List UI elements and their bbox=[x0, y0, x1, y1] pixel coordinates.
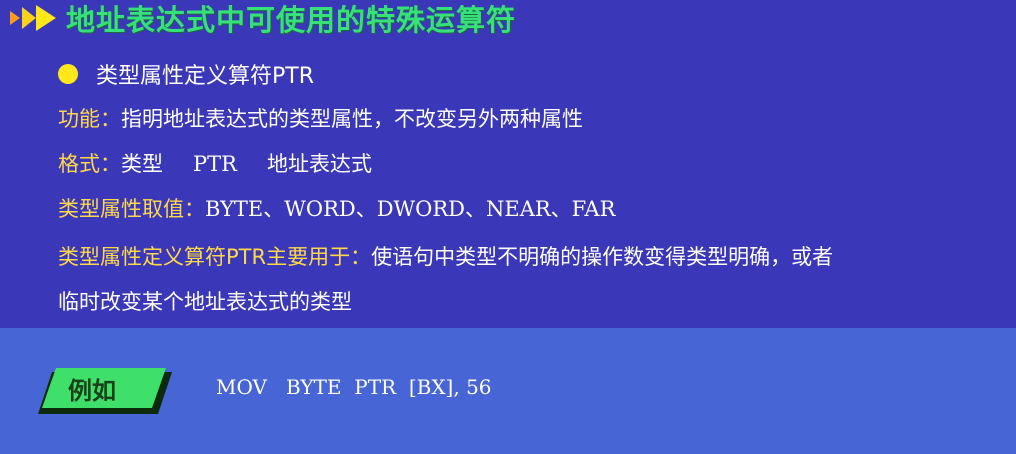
values-text: BYTE、WORD、DWORD、NEAR、FAR bbox=[205, 197, 616, 221]
values-label: 类型属性取值： bbox=[58, 197, 205, 221]
bullet-item: 类型属性定义算符PTR bbox=[58, 58, 314, 90]
values-line: 类型属性取值：BYTE、WORD、DWORD、NEAR、FAR bbox=[58, 193, 615, 223]
usage-label: 类型属性定义算符PTR主要用于： bbox=[58, 245, 372, 269]
usage-continuation: 临时改变某个地址表达式的类型 bbox=[58, 286, 352, 316]
function-label: 功能： bbox=[58, 107, 121, 131]
example-badge-label: 例如 bbox=[68, 377, 116, 405]
usage-line: 类型属性定义算符PTR主要用于：使语句中类型不明确的操作数变得类型明确，或者 bbox=[58, 241, 833, 271]
format-label: 格式： bbox=[58, 152, 121, 176]
page-title: 地址表达式中可使用的特殊运算符 bbox=[66, 3, 517, 37]
example-code: MOV BYTE PTR [BX], 56 bbox=[216, 375, 492, 399]
double-arrow-icon bbox=[10, 5, 56, 31]
format-part-type: 类型 bbox=[121, 152, 163, 176]
usage-text: 使语句中类型不明确的操作数变得类型明确，或者 bbox=[371, 245, 834, 269]
format-part-address: 地址表达式 bbox=[266, 152, 372, 176]
format-part-ptr: PTR bbox=[193, 152, 237, 176]
title-row: 地址表达式中可使用的特殊运算符 bbox=[6, 0, 516, 38]
usage-continuation-text: 临时改变某个地址表达式的类型 bbox=[58, 290, 352, 314]
function-line: 功能：指明地址表达式的类型属性，不改变另外两种属性 bbox=[58, 103, 583, 133]
bullet-text: 类型属性定义算符PTR bbox=[96, 64, 314, 89]
function-text: 指明地址表达式的类型属性，不改变另外两种属性 bbox=[121, 107, 583, 131]
bullet-dot-icon bbox=[58, 64, 78, 84]
format-line: 格式：类型 PTR 地址表达式 bbox=[58, 148, 372, 178]
